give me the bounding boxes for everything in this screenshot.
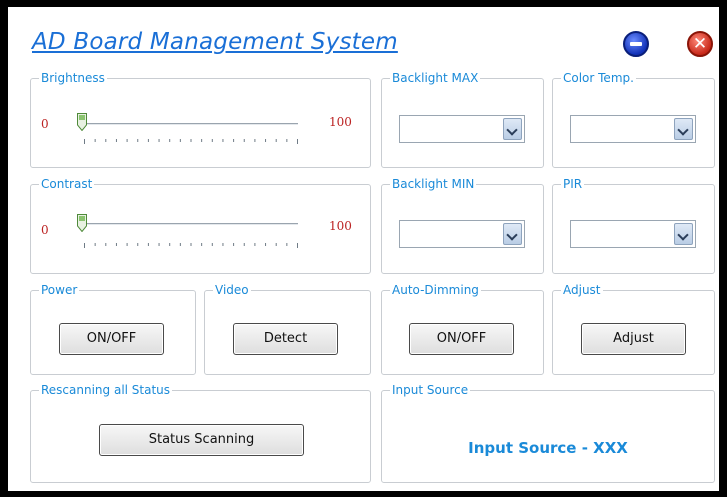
contrast-ticks [84, 243, 298, 248]
contrast-max-label: 100 [329, 219, 352, 233]
chevron-down-icon[interactable] [503, 223, 522, 245]
input-source-value: Input Source - XXX [468, 439, 628, 457]
power-toggle-button[interactable]: ON/OFF [59, 323, 164, 355]
power-group: Power ON/OFF [30, 282, 196, 375]
video-group: Video Detect [204, 282, 371, 375]
brightness-min-label: 0 [41, 117, 49, 131]
brightness-max-label: 100 [329, 115, 352, 129]
contrast-label: Contrast [39, 176, 95, 192]
pir-group: PIR [552, 176, 715, 274]
rescan-label: Rescanning all Status [39, 382, 173, 398]
color-temp-select[interactable] [570, 115, 696, 143]
brightness-ticks [84, 139, 298, 144]
color-temp-label: Color Temp. [561, 70, 636, 86]
contrast-min-label: 0 [41, 223, 49, 237]
backlight-max-label: Backlight MAX [390, 70, 481, 86]
adjust-label: Adjust [561, 282, 603, 298]
auto-dimming-toggle-button[interactable]: ON/OFF [409, 323, 514, 355]
backlight-min-select[interactable] [399, 220, 525, 248]
chevron-down-icon[interactable] [674, 223, 693, 245]
backlight-max-select[interactable] [399, 115, 525, 143]
chevron-down-icon[interactable] [674, 118, 693, 140]
backlight-min-label: Backlight MIN [390, 176, 477, 192]
status-scanning-button[interactable]: Status Scanning [99, 424, 304, 456]
brightness-slider-thumb[interactable] [77, 113, 87, 131]
auto-dimming-label: Auto-Dimming [390, 282, 481, 298]
pir-select[interactable] [570, 220, 696, 248]
adjust-group: Adjust Adjust [552, 282, 715, 375]
auto-dimming-group: Auto-Dimming ON/OFF [381, 282, 544, 375]
brightness-label: Brightness [39, 70, 107, 86]
video-label: Video [213, 282, 251, 298]
color-temp-group: Color Temp. [552, 70, 715, 168]
input-source-group: Input Source Input Source - XXX [381, 382, 715, 483]
contrast-group: Contrast 0 100 [30, 176, 371, 274]
rescan-group: Rescanning all Status Status Scanning [30, 382, 371, 483]
input-source-label: Input Source [390, 382, 471, 398]
chevron-down-icon[interactable] [503, 118, 522, 140]
close-x-glyph: ✕ [692, 34, 708, 54]
contrast-slider-thumb[interactable] [77, 214, 87, 232]
backlight-max-group: Backlight MAX [381, 70, 544, 168]
pir-label: PIR [561, 176, 585, 192]
minimize-icon[interactable] [623, 31, 649, 57]
detect-button[interactable]: Detect [233, 323, 338, 355]
contrast-track[interactable] [79, 223, 298, 225]
brightness-group: Brightness 0 100 [30, 70, 371, 168]
adjust-button[interactable]: Adjust [581, 323, 686, 355]
close-icon[interactable]: ✕ [687, 31, 713, 57]
brightness-track[interactable] [79, 123, 298, 125]
app-window: AD Board Management System ✕ Brightness … [8, 7, 719, 491]
window-title: AD Board Management System [32, 29, 398, 55]
backlight-min-group: Backlight MIN [381, 176, 544, 274]
power-label: Power [39, 282, 80, 298]
